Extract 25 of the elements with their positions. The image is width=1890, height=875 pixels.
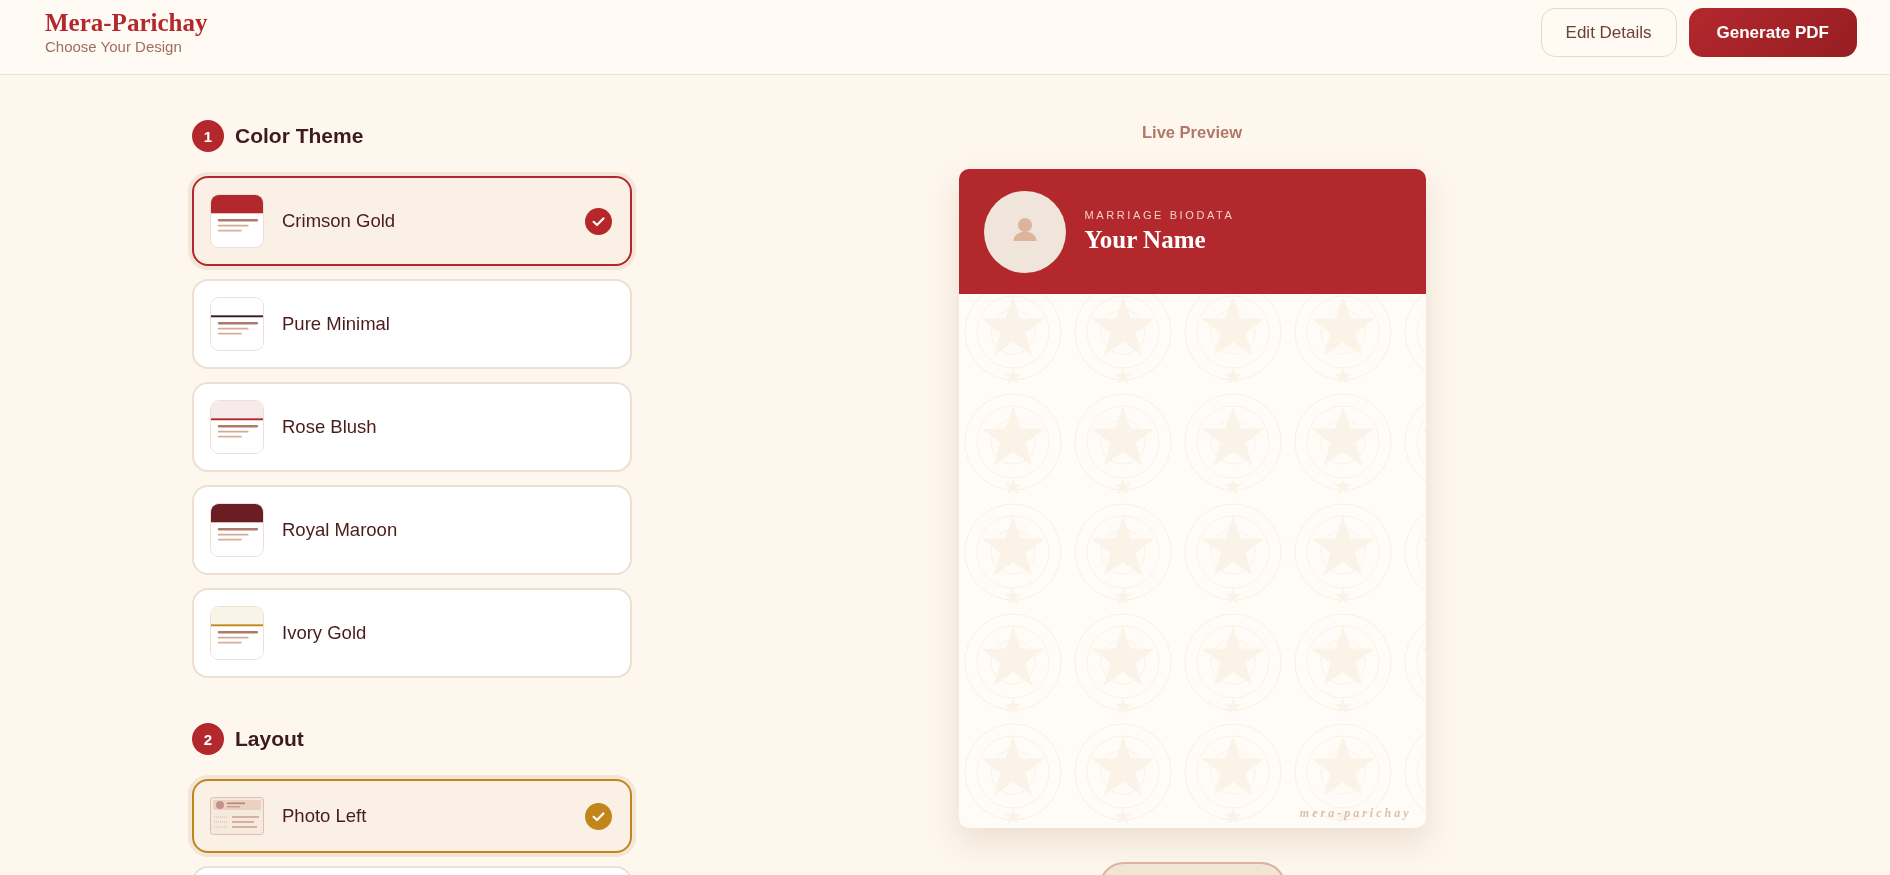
avatar-icon	[983, 190, 1066, 273]
name-heading: Your Name	[1084, 225, 1207, 255]
theme-option[interactable]: Royal Maroon	[192, 485, 632, 575]
theme-swatch-icon	[210, 297, 264, 351]
footer-brand-mark: mera-parichay	[1299, 806, 1412, 821]
live-preview-label: Live Preview	[1142, 122, 1242, 142]
theme-option[interactable]: Ivory Gold	[192, 588, 632, 678]
edit-details-button[interactable]: Edit Details	[1540, 8, 1677, 57]
check-icon	[585, 802, 612, 830]
generate-pdf-button[interactable]: Generate PDF	[1688, 8, 1857, 57]
theme-swatch-icon	[210, 194, 264, 248]
section-heading: Layout	[235, 727, 304, 751]
layout-thumbnail-icon	[210, 797, 264, 835]
step-number-badge: 2	[192, 723, 224, 755]
biodata-eyebrow: MARRIAGE BIODATA	[1084, 208, 1235, 222]
theme-option[interactable]: Rose Blush	[192, 382, 632, 472]
theme-swatch-icon	[210, 606, 264, 660]
app-logo-text: Mera-Parichay	[45, 9, 208, 37]
check-icon	[585, 207, 612, 235]
theme-swatch-icon	[210, 400, 264, 454]
step-number-badge: 1	[192, 120, 224, 152]
section-heading: Color Theme	[235, 124, 364, 148]
page-subtitle: Choose Your Design	[45, 38, 183, 56]
theme-option[interactable]: Pure Minimal	[192, 279, 632, 369]
theme-swatch-icon	[210, 503, 264, 557]
